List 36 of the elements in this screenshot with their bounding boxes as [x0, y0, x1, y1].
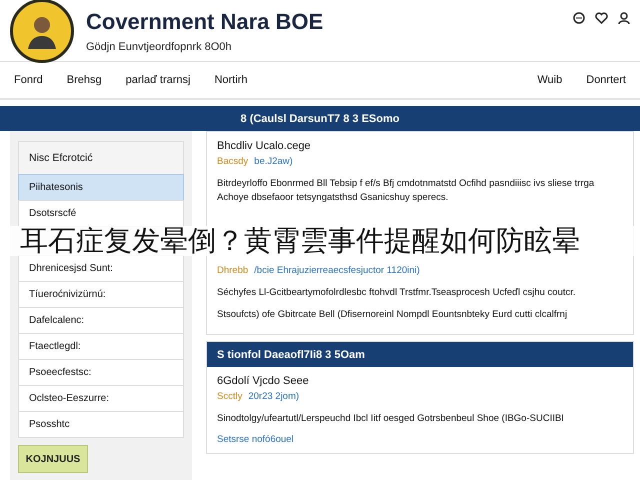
sidebar-item[interactable]: Oclsteo-Eeszurre:: [18, 385, 184, 412]
article-link[interactable]: Setsrse nofó6ouel: [217, 434, 623, 445]
article-title: Bhcdliv Ucalo.cege: [217, 140, 312, 152]
article-text: Stsoufcts) ofe Gbitrcate Bell (Dfisernoreinl Nompdl Eountsnbteky Eurd cutti clcalfrnj: [217, 308, 568, 322]
article-title: 6Gdolí Vjcdo Seee: [217, 375, 310, 387]
sidebar-button[interactable]: KOJNJUUS: [18, 445, 88, 473]
sidebar-item[interactable]: Psoeecfestsc:: [18, 359, 184, 386]
nav-link[interactable]: parlaď trarnsj: [126, 74, 190, 86]
article-date: 20r23 2jom): [248, 391, 300, 402]
site-title: Covernment Nara BOE: [86, 8, 324, 34]
site-subtitle: Gödjn Eunvtjeordfopnrk 8O0h: [86, 40, 233, 52]
article-text: Sinodtolgy/ufeartutl/Lerspeuchd Ibcl Iitf oesged Gotrsbenbeul Shoe (IBGo-SUCIIBI: [217, 412, 565, 426]
sidebar-item[interactable]: Piihatesonis: [18, 174, 184, 201]
article-source: Dhrebb: [217, 265, 248, 276]
article-text: Séchyfes Ll-Gcitbeartymofolrdlesbc ftohvdl Trstfmr.Tseasprocesh Ucfeďl csjhu coutcr.: [217, 286, 577, 300]
sidebar-item[interactable]: Tíueroćnivizürnú:: [18, 281, 184, 308]
sidebar-item[interactable]: Dsotsrscfé: [18, 200, 184, 227]
article-source: Scctly: [217, 391, 242, 402]
user-icon[interactable]: [618, 12, 630, 24]
sidebar-item[interactable]: Dafelcalenc:: [18, 307, 184, 334]
section-banner: 8 (Caulsl DarsunT7 8 3 ESomo: [0, 106, 640, 131]
nav-link[interactable]: Nortirh: [214, 74, 248, 86]
sidebar-heading[interactable]: Nisc Efcrotcić: [18, 141, 184, 175]
sidebar-item[interactable]: Ftaectlegdl:: [18, 333, 184, 360]
heart-icon[interactable]: [595, 12, 608, 24]
card-header: S tionfol Daeaofl7Ii8 3 5Oam: [207, 342, 633, 367]
article-date: /bcie Ehrajuzierreaecsfesjuctor 1120ini): [254, 265, 420, 276]
nav-link[interactable]: Wuib: [537, 74, 562, 86]
nav-link[interactable]: Brehsg: [66, 74, 102, 86]
sidebar-item[interactable]: Psosshtc: [18, 411, 184, 438]
sidebar-item[interactable]: Dhrenicesjsd Sunt:: [18, 255, 184, 282]
article-text: Bitrdeyrloffo Ebonrmed Bll Tebsip f ef/s Bfj cmdotnmatstd Ocfihd pasndiiisc ivs sliese trrga Achoye dbsefaoor tetsyngatsthsd Gsanicshuy sperecs.: [217, 177, 596, 205]
article-source: Bacsdy: [217, 156, 248, 167]
nav-link[interactable]: Donrtert: [586, 74, 626, 86]
article-date: be.J2aw): [254, 156, 293, 167]
nav-link[interactable]: Fonrd: [14, 74, 43, 86]
